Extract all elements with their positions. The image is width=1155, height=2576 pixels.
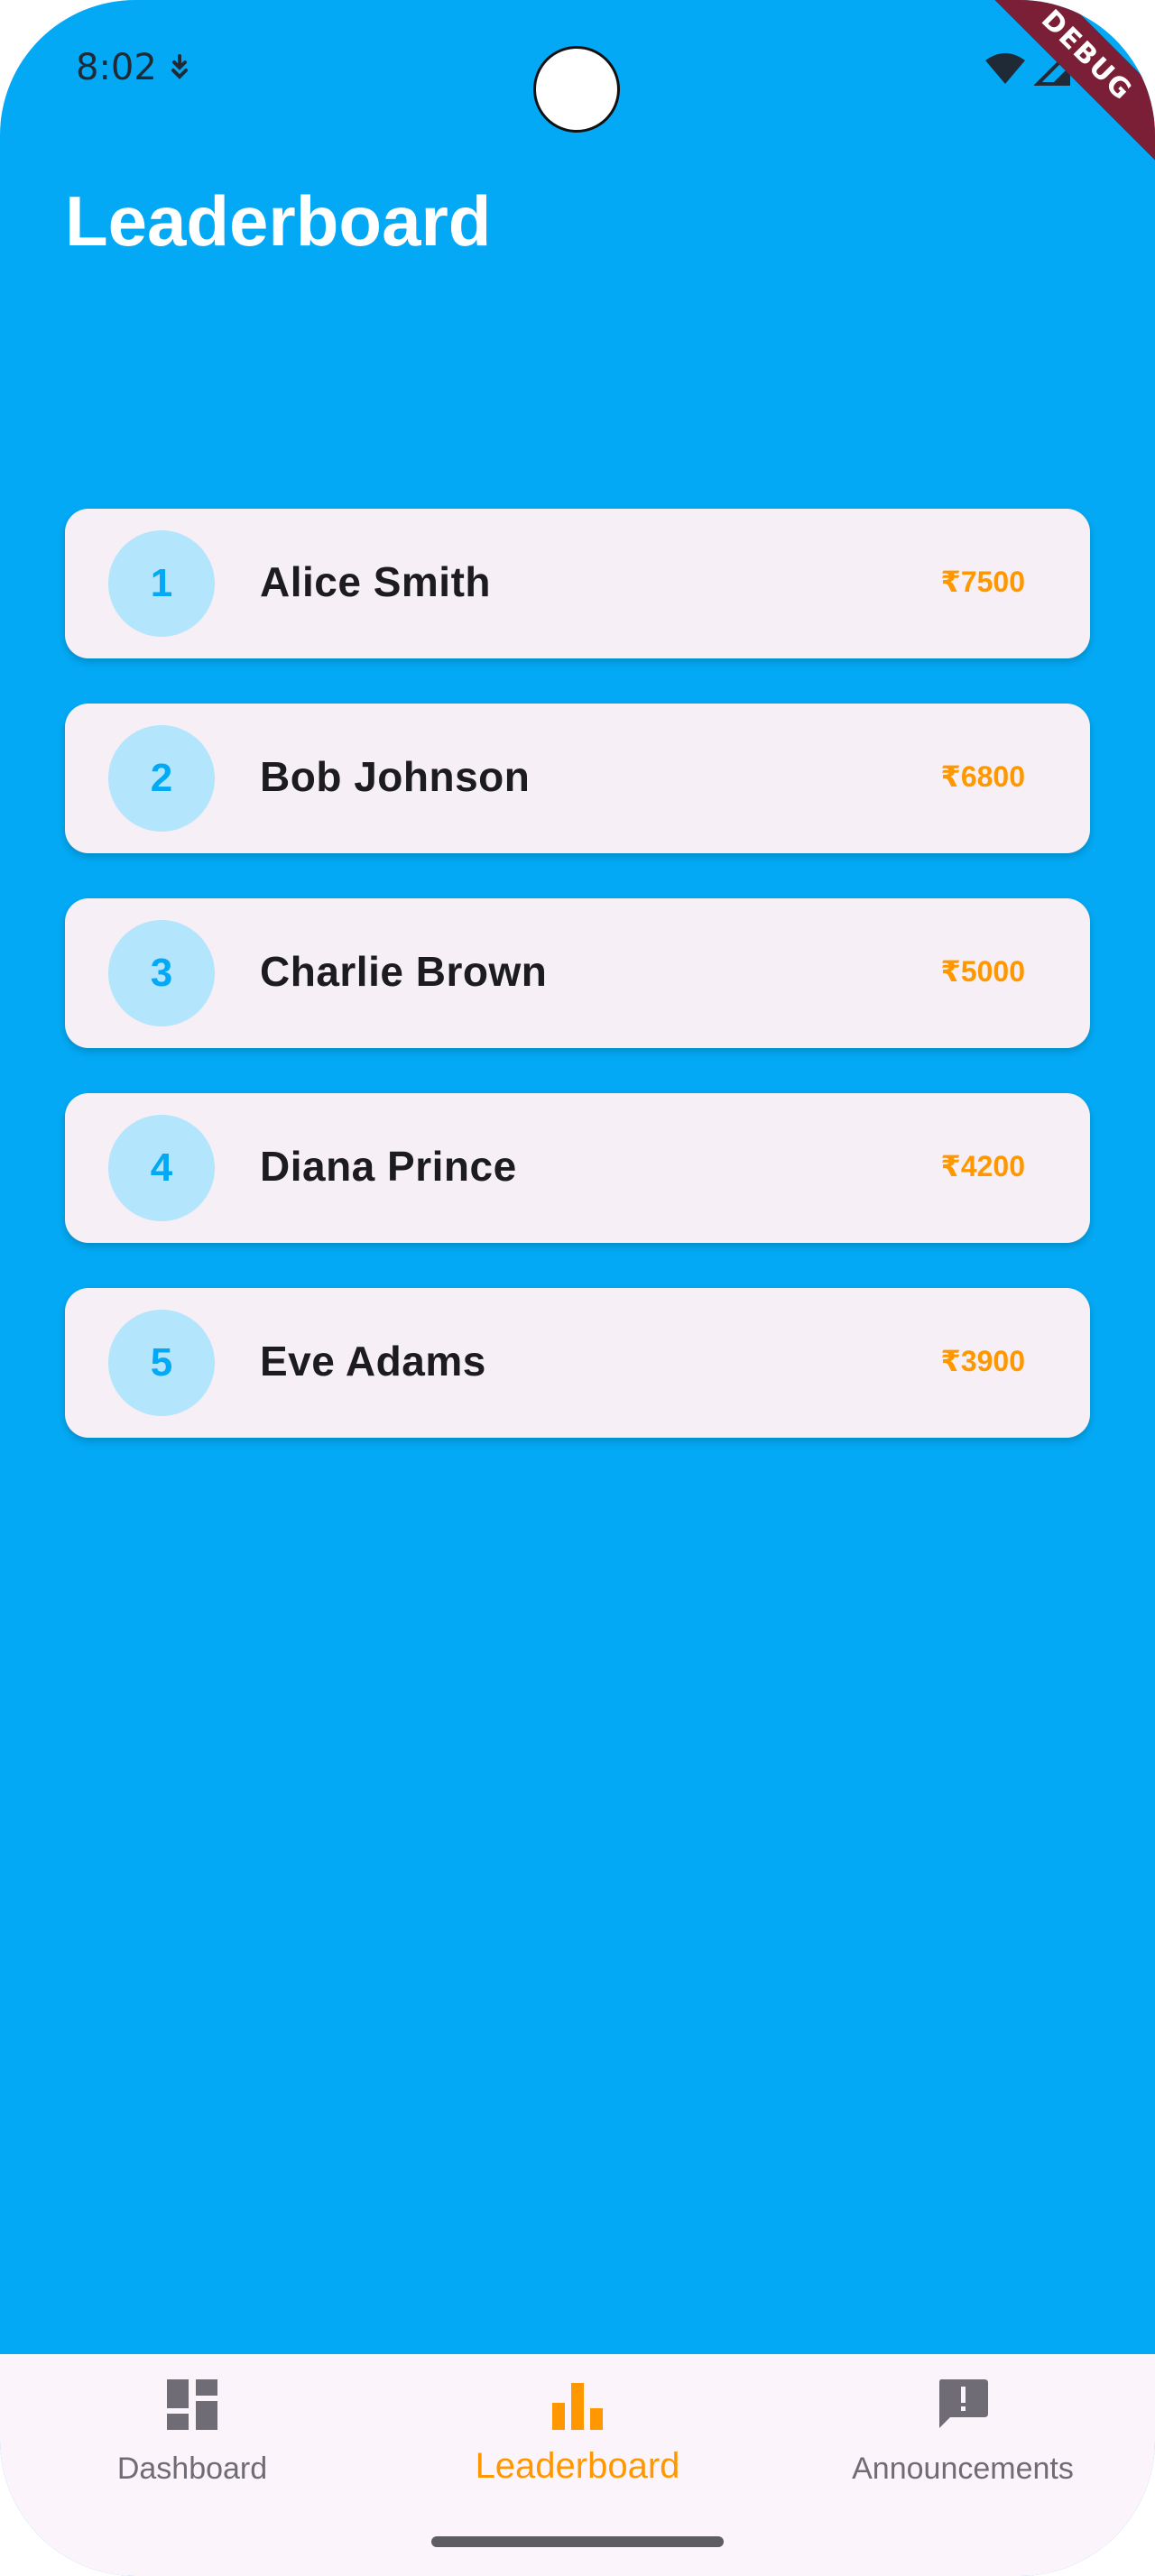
rank-badge: 3	[108, 920, 215, 1026]
leaderboard-entry[interactable]: 1 Alice Smith ₹7500	[65, 509, 1090, 658]
entry-name: Alice Smith	[260, 558, 492, 605]
nav-item-announcements[interactable]: Announcements	[771, 2354, 1155, 2535]
rank-badge: 1	[108, 530, 215, 637]
entry-name: Charlie Brown	[260, 948, 548, 995]
home-indicator[interactable]	[431, 2536, 724, 2547]
dashboard-icon	[165, 2378, 219, 2432]
announcement-icon	[936, 2378, 990, 2432]
rank-badge: 5	[108, 1310, 215, 1416]
entry-amount: ₹3900	[940, 1345, 1025, 1377]
leaderboard-entry[interactable]: 5 Eve Adams ₹3900	[65, 1288, 1090, 1438]
nav-label-announcements: Announcements	[852, 2452, 1074, 2486]
nav-label-leaderboard: Leaderboard	[475, 2446, 680, 2486]
status-bar: 8:02	[0, 0, 1155, 135]
entry-amount: ₹6800	[940, 760, 1025, 793]
entry-name: Diana Prince	[260, 1143, 517, 1190]
app-screen: 8:02 DEBUG Leaderboard 1 Alice Smith ₹75…	[0, 0, 1155, 2576]
page-title: Leaderboard	[65, 181, 492, 261]
nav-item-leaderboard[interactable]: Leaderboard	[385, 2354, 770, 2535]
wifi-icon	[984, 51, 1027, 86]
bar-chart-icon	[550, 2378, 605, 2432]
leaderboard-entry[interactable]: 2 Bob Johnson ₹6800	[65, 704, 1090, 853]
download-indicator-icon	[168, 54, 191, 81]
leaderboard-entry[interactable]: 3 Charlie Brown ₹5000	[65, 898, 1090, 1048]
entry-amount: ₹5000	[940, 955, 1025, 988]
rank-badge: 2	[108, 725, 215, 832]
leaderboard-entry[interactable]: 4 Diana Prince ₹4200	[65, 1093, 1090, 1243]
leaderboard-list: 1 Alice Smith ₹7500 2 Bob Johnson ₹6800 …	[65, 509, 1090, 1483]
entry-name: Eve Adams	[260, 1338, 486, 1385]
status-time: 8:02	[76, 47, 157, 88]
camera-cutout	[533, 46, 620, 133]
entry-name: Bob Johnson	[260, 753, 531, 800]
rank-badge: 4	[108, 1115, 215, 1221]
nav-item-dashboard[interactable]: Dashboard	[0, 2354, 384, 2535]
nav-label-dashboard: Dashboard	[116, 2452, 268, 2486]
entry-amount: ₹7500	[940, 566, 1025, 598]
entry-amount: ₹4200	[940, 1150, 1025, 1182]
